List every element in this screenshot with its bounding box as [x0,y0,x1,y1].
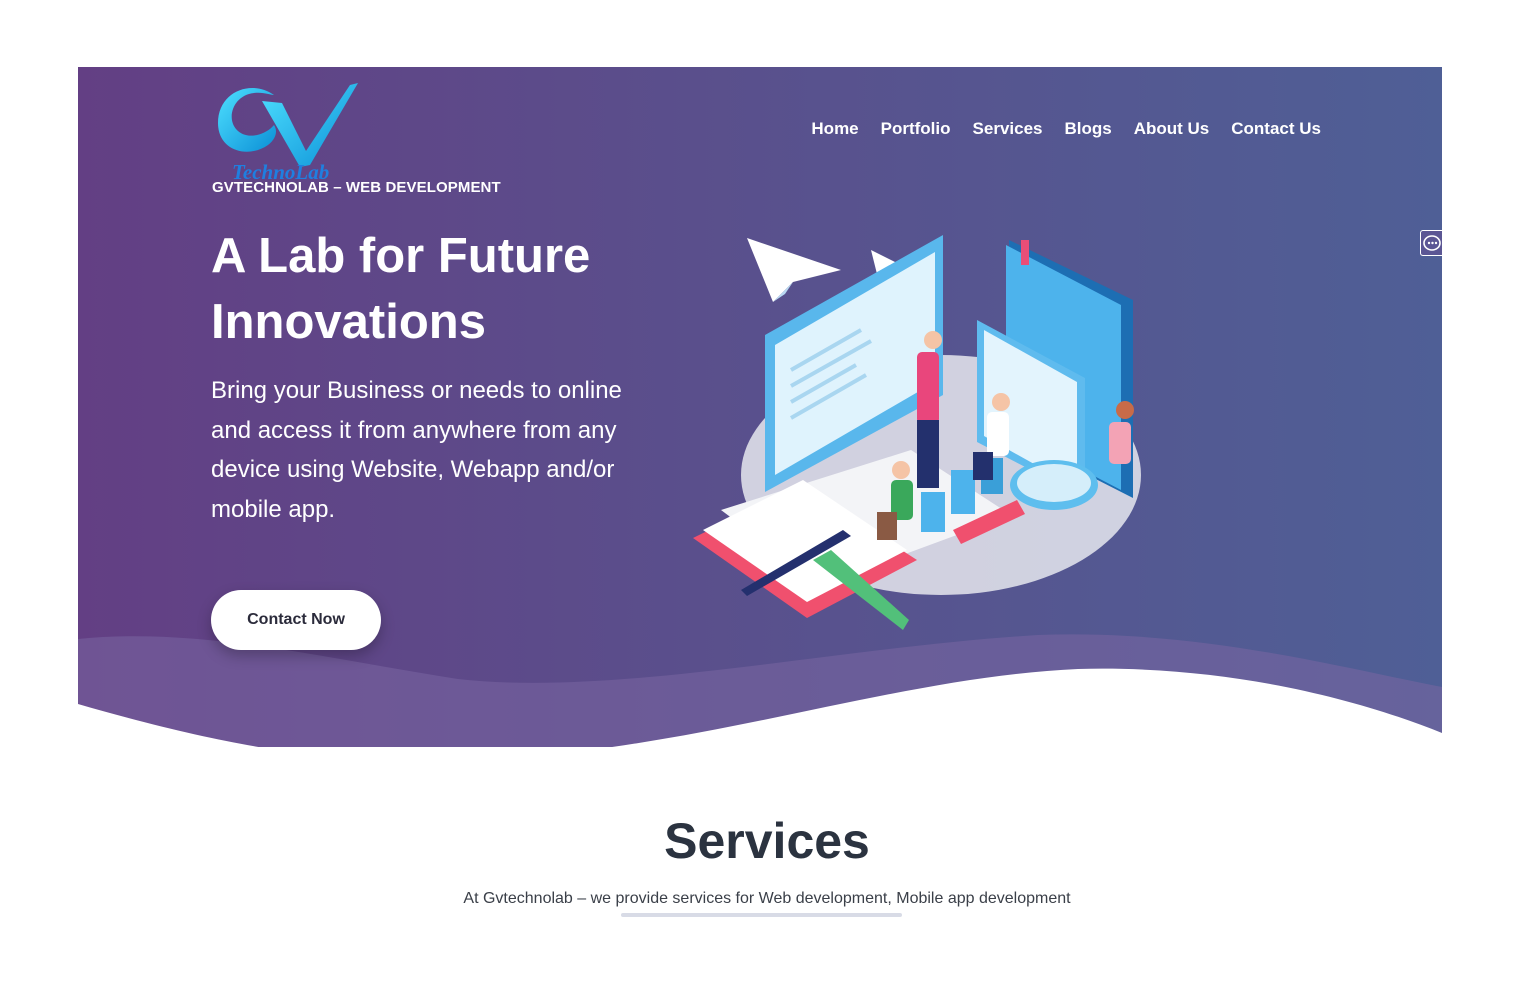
contact-now-button[interactable]: Contact Now [211,590,381,650]
nav-item-about-us[interactable]: About Us [1134,119,1210,139]
hero-subtext: Bring your Business or needs to online a… [211,377,622,523]
chat-widget-button[interactable] [1420,230,1442,256]
services-subtitle: At Gvtechnolab – we provide services for… [463,890,1071,907]
nav-item-contact-us[interactable]: Contact Us [1231,119,1321,139]
gv-technolab-logo[interactable]: TechnoLab [212,73,362,185]
nav-item-services[interactable]: Services [973,119,1043,139]
nav-item-blogs[interactable]: Blogs [1064,119,1111,139]
services-heading: Services [664,813,870,869]
chat-bubble-icon [1423,235,1441,251]
hero-section: TechnoLab GVTECHNOLAB – WEB DEVELOPMENT … [78,67,1442,747]
main-navigation: Home Portfolio Services Blogs About Us C… [811,119,1321,139]
site-tagline: GVTECHNOLAB – WEB DEVELOPMENT [212,179,501,196]
hero-illustration [693,235,1141,630]
nav-item-portfolio[interactable]: Portfolio [881,119,951,139]
hero-headline: A Lab for Future Innovations [211,229,591,349]
services-divider [621,913,902,917]
nav-item-home[interactable]: Home [811,119,858,139]
